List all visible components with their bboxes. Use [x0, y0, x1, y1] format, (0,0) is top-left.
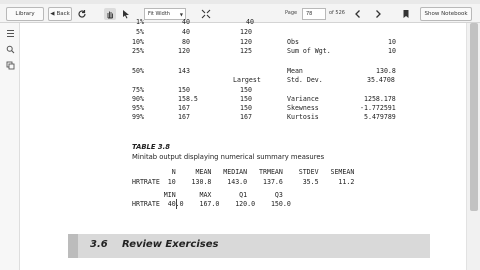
summary-val: 1258.178 [364, 95, 396, 103]
summary-label: Mean [287, 67, 303, 75]
section-title: Review Exercises [122, 239, 219, 250]
reader-toolbar: Library ◀ Back Fit Width ▼ Page 78 of 52… [0, 4, 480, 23]
copy-pages-icon[interactable] [4, 59, 16, 71]
summary-b: 120 [240, 28, 252, 36]
summary-a: 167 [178, 113, 190, 121]
summary-a: 158.5 [178, 95, 198, 103]
summary-val: 35.4708 [367, 76, 395, 84]
table-subtitle: Minitab output displaying numerical summ… [132, 153, 325, 161]
summary-label: Std. Dev. [287, 76, 323, 84]
page-number-value: 78 [306, 11, 313, 17]
minitab-row1-values: HRTRATE 10 130.8 143.0 137.6 35.5 11.2 [132, 178, 355, 186]
summary-label: Obs [287, 38, 299, 46]
previous-page-icon[interactable] [352, 8, 364, 20]
search-icon[interactable] [4, 43, 16, 55]
summary-a: 143 [178, 67, 190, 75]
next-page-icon[interactable] [372, 8, 384, 20]
summary-a: 80 [182, 38, 190, 46]
minitab-row1-header: N MEAN MEDIAN TRMEAN STDEV SEMEAN [132, 168, 355, 176]
summary-val: -1.772591 [360, 104, 396, 112]
summary-pct: 75% [132, 86, 144, 94]
summary-pct: 5% [136, 28, 144, 36]
library-button-label: Library [15, 11, 35, 17]
summary-b: 120 [240, 38, 252, 46]
chevron-down-icon: ▼ [179, 11, 183, 17]
table-caption: TABLE 3.8 [132, 143, 170, 151]
summary-pct: 99% [132, 113, 144, 121]
summary-pct: 10% [132, 38, 144, 46]
scrollbar-thumb[interactable] [470, 23, 478, 211]
summary-b: 167 [240, 113, 252, 121]
summary-b: 150 [240, 86, 252, 94]
library-button[interactable]: Library [6, 7, 44, 21]
summary-a: 167 [178, 104, 190, 112]
text-cursor [176, 199, 180, 209]
back-button[interactable]: ◀ Back [48, 7, 72, 21]
summary-pct: 95% [132, 104, 144, 112]
show-notebook-button[interactable]: Show Notebook [420, 7, 472, 21]
minitab-row2-values: HRTRATE 40.0 167.0 120.0 150.0 [132, 200, 291, 208]
summary-a: 40 [182, 28, 190, 36]
zoom-select-value: Fit Width [148, 11, 170, 17]
section-heading: 3.6 Review Exercises [68, 234, 430, 258]
left-sidebar [0, 23, 20, 270]
summary-val: 10 [388, 47, 396, 55]
section-number: 3.6 [90, 239, 108, 250]
summary-b: 40 [246, 18, 254, 26]
summary-pct: 1% [136, 18, 144, 26]
summary-b: Largest [233, 76, 261, 84]
summary-a: 120 [178, 47, 190, 55]
summary-b: 150 [240, 104, 252, 112]
summary-label: Variance [287, 95, 319, 103]
page-total: of 526 [329, 10, 345, 16]
table-of-contents-icon[interactable] [4, 27, 16, 39]
fullscreen-icon[interactable] [200, 8, 212, 20]
summary-b: 125 [240, 47, 252, 55]
summary-a: 40 [182, 18, 190, 26]
summary-label: Skewness [287, 104, 319, 112]
summary-b: 150 [240, 95, 252, 103]
back-button-label: Back [56, 11, 70, 17]
summary-val: 130.8 [376, 67, 396, 75]
hand-tool-icon[interactable] [104, 8, 116, 20]
summary-val: 10 [388, 38, 396, 46]
summary-a: 150 [178, 86, 190, 94]
refresh-icon[interactable] [76, 8, 88, 20]
back-arrow-icon: ◀ [50, 11, 55, 17]
summary-pct: 90% [132, 95, 144, 103]
summary-label: Sum of Wgt. [287, 47, 331, 55]
minitab-row2-header: MIN MAX Q1 Q3 [132, 191, 283, 199]
zoom-select[interactable]: Fit Width ▼ [144, 8, 186, 20]
summary-pct: 25% [132, 47, 144, 55]
show-notebook-label: Show Notebook [424, 11, 468, 17]
vertical-scrollbar[interactable] [466, 23, 480, 270]
select-pointer-icon[interactable] [120, 8, 132, 20]
page-label: Page [285, 10, 298, 16]
summary-pct: 50% [132, 67, 144, 75]
bookmark-icon[interactable] [400, 8, 412, 20]
page-number-input[interactable]: 78 [302, 8, 326, 20]
summary-label: Kurtosis [287, 113, 319, 121]
summary-val: 5.479789 [364, 113, 396, 121]
